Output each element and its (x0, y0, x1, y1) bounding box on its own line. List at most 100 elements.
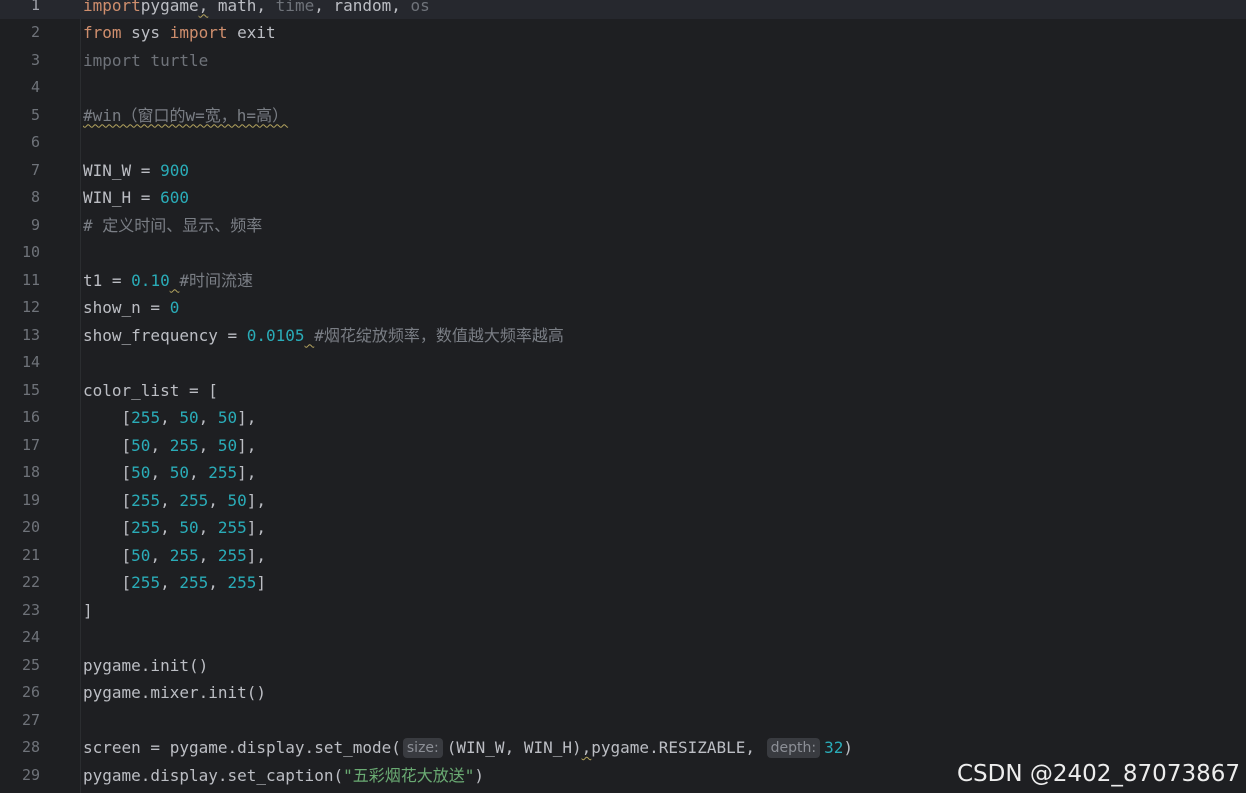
code-text[interactable]: color_list = [ (83, 377, 218, 405)
code-token: WIN_W = (83, 160, 161, 180)
line-number: 27 (21, 710, 40, 729)
code-line[interactable]: 7 WIN_W = 900 (0, 157, 1246, 185)
code-line[interactable]: 18 [50, 50, 255], (0, 459, 1246, 487)
code-text[interactable]: pygame.display.set_caption("五彩烟花大放送") (83, 762, 484, 790)
code-line[interactable]: 10 (0, 239, 1246, 267)
code-token: , (150, 435, 170, 455)
code-text[interactable]: pygame.init() (83, 652, 208, 680)
line-number: 8 (30, 188, 40, 206)
code-text[interactable]: screen = pygame.display.set_mode(size: (W… (83, 734, 853, 762)
code-token: os (410, 0, 430, 15)
code-text[interactable]: [255, 255, 255] (83, 569, 267, 597)
code-text[interactable]: [50, 50, 255], (83, 459, 257, 487)
code-text[interactable]: pygame.mixer.init() (83, 679, 266, 707)
code-token: ] (256, 573, 267, 592)
code-line[interactable]: 22 [255, 255, 255] (0, 569, 1246, 597)
line-number: 18 (21, 463, 40, 481)
code-line[interactable]: 25 pygame.init() (0, 652, 1246, 680)
code-line[interactable]: 8 WIN_H = 600 (0, 184, 1246, 212)
code-token: 50 (179, 518, 199, 537)
line-number: 25 (21, 655, 40, 674)
code-text[interactable]: WIN_H = 600 (83, 184, 189, 212)
code-token: pygame.display.set_caption( (83, 765, 344, 785)
code-line[interactable]: 26 pygame.mixer.init() (0, 679, 1246, 707)
code-token: time (275, 0, 315, 15)
line-number: 4 (30, 78, 40, 96)
code-token: , (160, 408, 180, 427)
line-number: 9 (30, 215, 40, 234)
parameter-hint: size: (402, 738, 443, 758)
code-line[interactable]: 27 (0, 707, 1246, 735)
code-line[interactable]: 17 [50, 255, 50], (0, 432, 1246, 460)
code-token: # 定义时间、显示、频率 (83, 215, 263, 235)
code-line[interactable]: 11 t1 = 0.10 #时间流速 (0, 267, 1246, 295)
code-line[interactable]: 21 [50, 255, 255], (0, 542, 1246, 570)
code-text[interactable]: show_n = 0 (83, 294, 179, 322)
code-token: pygame (140, 0, 199, 15)
code-token: ], (237, 408, 257, 427)
code-line[interactable]: 4 (0, 74, 1246, 102)
code-token: 255 (169, 545, 199, 565)
code-text[interactable]: #win（窗口的w=宽，h=高） (83, 102, 288, 130)
line-number: 11 (21, 270, 40, 289)
code-editor[interactable]: 1 importpygame, math, time, random, os 2 fr… (0, 0, 1246, 793)
code-text[interactable]: from sys import exit (83, 19, 276, 47)
code-token: sys (121, 23, 170, 42)
code-text[interactable]: importpygame, math, time, random, os (83, 0, 430, 19)
code-token: "五彩烟花大放送" (343, 765, 475, 785)
line-number: 15 (21, 380, 40, 399)
code-line[interactable]: 5 #win（窗口的w=宽，h=高） (0, 102, 1246, 130)
code-text[interactable]: WIN_W = 900 (83, 157, 189, 185)
code-token: , (198, 408, 218, 427)
line-number: 21 (21, 545, 40, 564)
code-line[interactable]: 28 screen = pygame.display.set_mode(size:… (0, 734, 1246, 762)
code-token: [ (83, 435, 132, 455)
code-text[interactable]: # 定义时间、显示、频率 (83, 212, 262, 240)
code-line[interactable]: 12 show_n = 0 (0, 294, 1246, 322)
code-line[interactable]: 2 from sys import exit (0, 19, 1246, 47)
code-text[interactable]: [50, 255, 255], (83, 542, 267, 570)
code-token: 255 (217, 545, 247, 565)
code-text[interactable]: import turtle (83, 47, 208, 75)
line-number: 29 (21, 765, 40, 784)
code-line[interactable]: 1 importpygame, math, time, random, os (0, 0, 1246, 19)
code-line[interactable]: 3 import turtle (0, 47, 1246, 75)
code-line[interactable]: 6 (0, 129, 1246, 157)
code-line[interactable]: 19 [255, 255, 50], (0, 487, 1246, 515)
code-line[interactable]: 9 # 定义时间、显示、频率 (0, 212, 1246, 240)
code-token: 0.10 (131, 270, 170, 290)
code-token: ], (246, 518, 267, 537)
code-text[interactable]: ] (83, 597, 93, 625)
code-text[interactable]: [255, 50, 50], (83, 404, 257, 432)
code-token: [ (83, 518, 132, 537)
line-number: 10 (21, 243, 40, 261)
code-line[interactable]: 16 [255, 50, 50], (0, 404, 1246, 432)
code-token: [ (83, 545, 132, 565)
code-line[interactable]: 14 (0, 349, 1246, 377)
code-line[interactable]: 23] (0, 597, 1246, 625)
code-token: screen = pygame.display.set_mode( (83, 738, 401, 757)
line-number: 19 (21, 490, 40, 509)
code-text[interactable]: [50, 255, 50], (83, 432, 257, 460)
code-line[interactable]: 20 [255, 50, 255], (0, 514, 1246, 542)
code-token: 900 (160, 160, 189, 180)
code-line[interactable]: 15 color_list = [ (0, 377, 1246, 405)
code-text[interactable]: t1 = 0.10 #时间流速 (83, 267, 253, 295)
code-token: , (198, 0, 209, 15)
code-line[interactable]: 24 (0, 624, 1246, 652)
csdn-watermark: CSDN @2402_87073867 (957, 761, 1240, 787)
code-token: show_frequency = (83, 325, 247, 345)
code-token: ) (474, 765, 485, 785)
code-token: , (581, 738, 592, 757)
code-token: [ (83, 463, 132, 482)
code-line[interactable]: 13 show_frequency = 0.0105 #烟花绽放频率，数值越大频率… (0, 322, 1246, 350)
code-token: pygame.mixer.init() (83, 683, 267, 702)
code-token: from (83, 23, 122, 42)
code-token: , (208, 573, 228, 592)
code-text[interactable]: [255, 50, 255], (83, 514, 267, 542)
code-token: import (169, 23, 228, 42)
code-token: , (150, 463, 170, 482)
code-text[interactable]: show_frequency = 0.0105 #烟花绽放频率，数值越大频率越高 (83, 322, 564, 350)
code-text[interactable]: [255, 255, 50], (83, 487, 267, 515)
